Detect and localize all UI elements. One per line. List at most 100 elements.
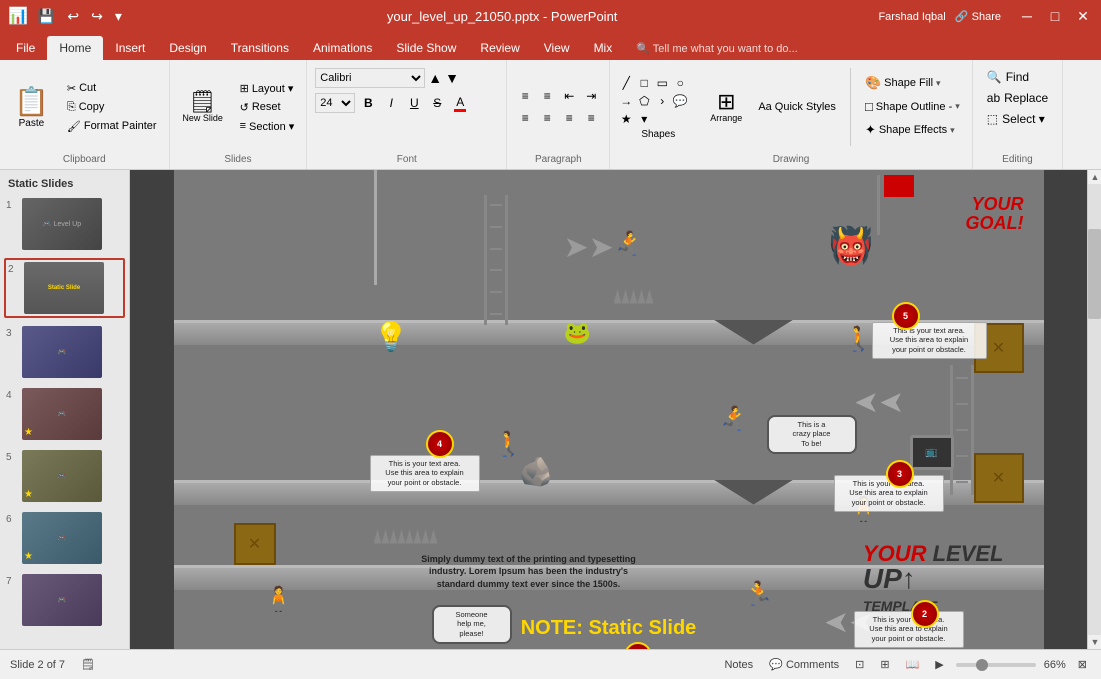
fit-slide-button[interactable]: ⊠ — [1074, 656, 1091, 673]
slide-notes-icon[interactable]: 🗒 — [77, 656, 99, 673]
numbered-list-button[interactable]: ≡ — [537, 86, 557, 106]
tab-design[interactable]: Design — [157, 36, 218, 60]
comments-button[interactable]: 💬 Comments — [765, 656, 843, 673]
scroll-track[interactable] — [1088, 184, 1101, 635]
close-button[interactable]: ✕ — [1073, 6, 1093, 26]
shapes-gallery[interactable]: ╱ □ ▭ ○ → ⬠ › 💬 ★ ▾ — [618, 75, 698, 127]
slide-thumb-3[interactable]: 3 🎮 — [4, 324, 125, 380]
notes-button[interactable]: Notes — [720, 657, 757, 673]
zoom-slider[interactable] — [956, 663, 1036, 667]
account-button[interactable]: Farshad Iqbal 🔗 Share — [878, 10, 1001, 23]
new-slide-button[interactable]: 🗒 New Slide — [178, 89, 228, 125]
reading-view-button[interactable]: 📖 — [902, 656, 924, 673]
paste-button[interactable]: 📋 Paste — [8, 81, 55, 133]
bold-button[interactable]: B — [358, 93, 378, 113]
slide-thumb-1[interactable]: 1 🎮 Level Up — [4, 196, 125, 252]
tab-transitions[interactable]: Transitions — [219, 36, 301, 60]
scroll-up-button[interactable]: ▲ — [1088, 170, 1101, 184]
slide-thumb-7[interactable]: 7 🎮 — [4, 572, 125, 628]
underline-button[interactable]: U — [404, 93, 424, 113]
replace-button[interactable]: abReplace — [981, 89, 1054, 107]
flag — [877, 175, 913, 235]
shape-pentagon[interactable]: ⬠ — [636, 93, 652, 109]
save-button[interactable]: 💾 — [34, 6, 59, 27]
shape-effects-button[interactable]: ✦ Shape Effects ▾ — [861, 120, 964, 140]
slide-thumb-5[interactable]: 5 🎮 ★ — [4, 448, 125, 504]
redo-button[interactable]: ↪ — [87, 6, 107, 27]
shape-line[interactable]: ╱ — [618, 75, 634, 91]
shape-rect[interactable]: □ — [636, 75, 652, 91]
tab-review[interactable]: Review — [468, 36, 531, 60]
decrease-font-size-button[interactable]: ▼ — [445, 70, 459, 86]
quick-styles-button[interactable]: AaQuick Styles — [754, 99, 840, 115]
font-size-row: 24 B I U S A — [315, 93, 498, 113]
increase-font-size-button[interactable]: ▲ — [428, 70, 442, 86]
customize-quick-access-button[interactable]: ▾ — [111, 6, 126, 27]
character-bottom-1: 🏃 — [744, 580, 774, 609]
decrease-indent-button[interactable]: ⇤ — [559, 86, 579, 106]
shape-fill-button[interactable]: 🎨 Shape Fill ▾ — [861, 73, 964, 93]
undo-button[interactable]: ↩ — [63, 6, 83, 27]
restore-button[interactable]: □ — [1045, 6, 1065, 26]
slide-canvas: 📺 💡 ➤➤ ➤➤ ➤➤ 🐸 👹 — [174, 170, 1044, 649]
slide-thumb-2[interactable]: 2 Static Slide — [4, 258, 125, 318]
monster-icon: 👹 — [829, 225, 874, 267]
paragraph-label: Paragraph — [515, 150, 601, 165]
slide-sorter-button[interactable]: ⊞ — [876, 656, 893, 673]
slide-thumb-6[interactable]: 6 🎮 ★ — [4, 510, 125, 566]
justify-button[interactable]: ≡ — [581, 108, 601, 128]
font-family-select[interactable]: Calibri — [315, 68, 425, 88]
shape-arrow[interactable]: → — [618, 93, 634, 109]
minimize-button[interactable]: ─ — [1017, 6, 1037, 26]
increase-indent-button[interactable]: ⇥ — [581, 86, 601, 106]
tab-insert[interactable]: Insert — [103, 36, 157, 60]
tab-animations[interactable]: Animations — [301, 36, 384, 60]
bullet-list-button[interactable]: ≡ — [515, 86, 535, 106]
shape-star[interactable]: ★ — [618, 111, 634, 127]
font-size-select[interactable]: 24 — [315, 93, 355, 113]
arrange-button[interactable]: ⊞ Arrange — [706, 89, 746, 125]
shape-rounded-rect[interactable]: ▭ — [654, 75, 670, 91]
small-monster-icon: 🐸 — [564, 320, 591, 346]
align-left-button[interactable]: ≡ — [515, 108, 535, 128]
ribbon-group-slides: 🗒 New Slide ⊞Layout ▾ ↺Reset ≡Section ▾ … — [170, 60, 308, 169]
select-button[interactable]: ⬚Select ▾ — [981, 110, 1054, 128]
shape-chevron[interactable]: › — [654, 93, 670, 109]
shape-outline-button[interactable]: □ Shape Outline - ▾ — [861, 97, 964, 116]
drawing-label: Drawing — [618, 150, 963, 165]
cut-button[interactable]: ✂Cut — [63, 80, 161, 97]
font-color-button[interactable]: A — [450, 93, 470, 113]
normal-view-button[interactable]: ⊡ — [851, 656, 868, 673]
status-bar: Slide 2 of 7 🗒 Notes 💬 Comments ⊡ ⊞ 📖 ▶ … — [0, 649, 1101, 679]
shape-oval[interactable]: ○ — [672, 75, 688, 91]
align-right-button[interactable]: ≡ — [559, 108, 579, 128]
font-label: Font — [315, 150, 498, 165]
format-painter-button[interactable]: 🖌Format Painter — [63, 118, 161, 135]
badge-1: 1 — [624, 642, 652, 650]
tab-mix[interactable]: Mix — [582, 36, 625, 60]
slide-thumb-4[interactable]: 4 🎮 ★ — [4, 386, 125, 442]
tab-home[interactable]: Home — [47, 36, 103, 60]
copy-button[interactable]: ⎘Copy — [63, 99, 161, 116]
canvas-area[interactable]: 📺 💡 ➤➤ ➤➤ ➤➤ 🐸 👹 — [130, 170, 1087, 649]
strikethrough-button[interactable]: S — [427, 93, 447, 113]
find-button[interactable]: 🔍Find — [981, 68, 1054, 86]
scroll-down-button[interactable]: ▼ — [1088, 635, 1101, 649]
tab-tell-me[interactable]: 🔍 Tell me what you want to do... — [624, 36, 809, 60]
reset-button[interactable]: ↺Reset — [236, 99, 299, 116]
tab-file[interactable]: File — [4, 36, 47, 60]
ribbon-group-editing: 🔍Find abReplace ⬚Select ▾ Editing — [973, 60, 1063, 169]
layout-button[interactable]: ⊞Layout ▾ — [236, 80, 299, 97]
ribbon-group-paragraph: ≡ ≡ ⇤ ⇥ ≡ ≡ ≡ ≡ Paragraph — [507, 60, 610, 169]
tab-view[interactable]: View — [532, 36, 582, 60]
align-center-button[interactable]: ≡ — [537, 108, 557, 128]
shape-more[interactable]: ▾ — [636, 111, 652, 127]
italic-button[interactable]: I — [381, 93, 401, 113]
ladder-right — [950, 365, 974, 495]
slide-num-2: 2 — [8, 262, 20, 275]
section-button[interactable]: ≡Section ▾ — [236, 118, 299, 135]
scroll-right[interactable]: ▲ ▼ — [1087, 170, 1101, 649]
slide-show-button[interactable]: ▶ — [931, 656, 947, 673]
tab-slide-show[interactable]: Slide Show — [384, 36, 468, 60]
shape-callout[interactable]: 💬 — [672, 93, 688, 109]
